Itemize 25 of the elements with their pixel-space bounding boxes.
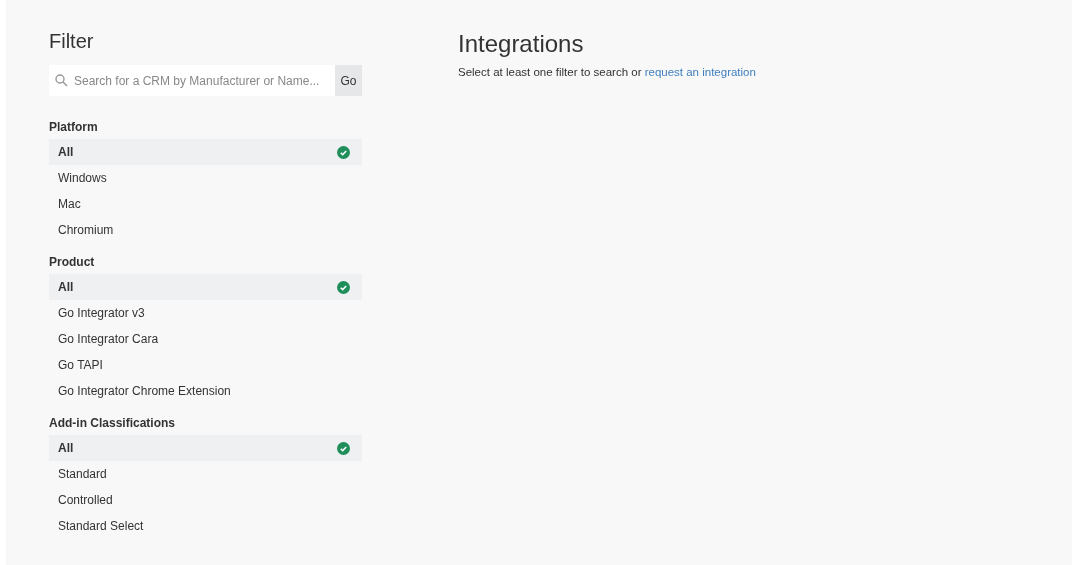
filter-option[interactable]: Mac — [49, 191, 362, 217]
filter-option[interactable]: All — [49, 139, 362, 165]
section-heading: Add-in Classifications — [49, 416, 177, 430]
section-heading: Product — [49, 255, 96, 269]
check-circle-icon — [337, 280, 350, 294]
filter-option[interactable]: Standard Select — [49, 513, 362, 539]
search-field[interactable]: Search for a CRM by Manufacturer or Name... — [49, 65, 335, 96]
filter-option[interactable]: All — [49, 435, 362, 461]
hint-text: Select at least one filter to search or request an integration — [458, 66, 756, 78]
check-circle-icon — [337, 441, 350, 455]
request-integration-link[interactable]: request an integration — [644, 66, 756, 78]
filter-option[interactable]: Controlled — [49, 487, 362, 513]
section-heading: Platform — [49, 120, 99, 134]
filter-option[interactable]: Chromium — [49, 217, 362, 243]
check-circle-icon — [337, 145, 350, 159]
filter-option[interactable]: Standard — [49, 461, 362, 487]
filter-option[interactable]: Go TAPI — [49, 352, 362, 378]
filter-title: Filter — [49, 30, 95, 53]
filter-option[interactable]: Go Integrator Cara — [49, 326, 362, 352]
filter-option[interactable]: Windows — [49, 165, 362, 191]
filter-option[interactable]: Go Integrator Chrome Extension — [49, 378, 362, 404]
page-title: Integrations — [458, 30, 585, 58]
filter-option[interactable]: Go Integrator v3 — [49, 300, 362, 326]
filter-option[interactable]: All — [49, 274, 362, 300]
go-button[interactable]: Go — [335, 65, 362, 96]
